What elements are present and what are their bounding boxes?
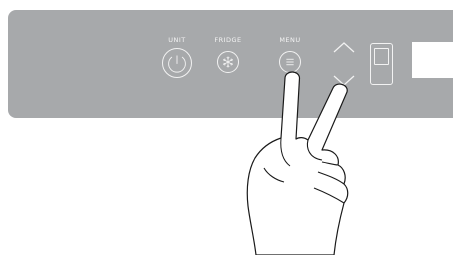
illustration-stage: UNIT FRIDGE MENU <box>0 0 453 255</box>
two-finger-swipe-hand-icon <box>246 71 349 255</box>
